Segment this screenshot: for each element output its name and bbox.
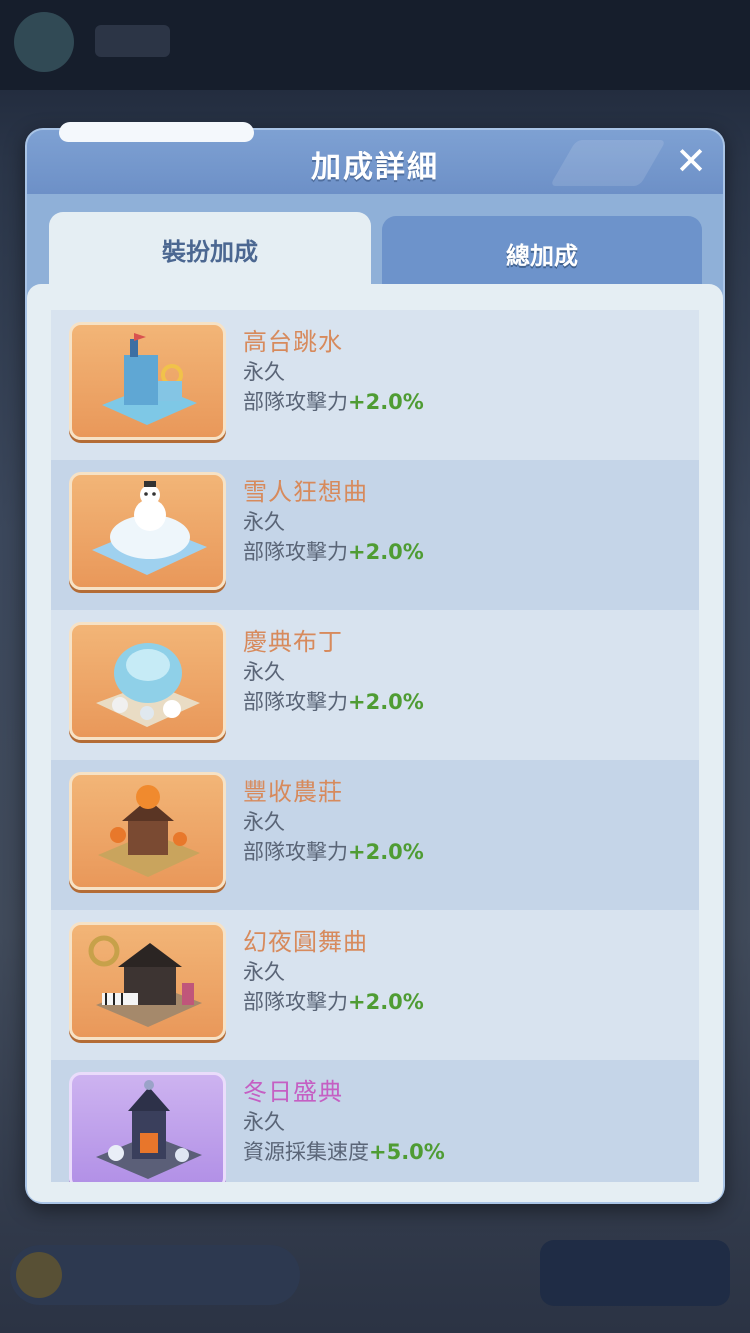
diving-platform-icon xyxy=(69,322,226,440)
night-waltz-icon xyxy=(69,922,226,1040)
snowman-icon xyxy=(69,472,226,590)
item-duration: 永久 xyxy=(243,360,285,384)
item-duration: 永久 xyxy=(243,1110,285,1134)
list-item: 雪人狂想曲 永久 部隊攻擊力+2.0% xyxy=(51,460,699,610)
list-item: 冬日盛典 永久 資源採集速度+5.0% xyxy=(51,1060,699,1182)
item-duration: 永久 xyxy=(243,960,285,984)
effect-value: +2.0% xyxy=(348,990,424,1014)
effect-value: +5.0% xyxy=(369,1140,445,1164)
effect-label: 部隊攻擊力 xyxy=(243,690,348,714)
bonus-list[interactable]: 高台跳水 永久 部隊攻擊力+2.0% 雪人狂想曲 永久 部隊攻擊力+2.0% 慶… xyxy=(51,310,699,1182)
item-name: 豐收農莊 xyxy=(243,778,343,806)
harvest-farm-icon xyxy=(69,772,226,890)
background-bottom-right-button xyxy=(540,1240,730,1306)
effect-value: +2.0% xyxy=(348,390,424,414)
effect-label: 部隊攻擊力 xyxy=(243,390,348,414)
list-item: 幻夜圓舞曲 永久 部隊攻擊力+2.0% xyxy=(51,910,699,1060)
effect-value: +2.0% xyxy=(348,690,424,714)
item-name: 慶典布丁 xyxy=(243,628,343,656)
item-effect: 部隊攻擊力+2.0% xyxy=(243,536,424,566)
item-name: 幻夜圓舞曲 xyxy=(243,928,368,956)
bonus-list-panel: 高台跳水 永久 部隊攻擊力+2.0% 雪人狂想曲 永久 部隊攻擊力+2.0% 慶… xyxy=(27,284,723,1202)
effect-value: +2.0% xyxy=(348,840,424,864)
item-name: 雪人狂想曲 xyxy=(243,478,368,506)
item-duration: 永久 xyxy=(243,660,285,684)
tab-total-bonus[interactable]: 總加成 xyxy=(382,216,702,284)
item-effect: 資源採集速度+5.0% xyxy=(243,1136,445,1166)
background-name-plate xyxy=(95,25,170,57)
item-effect: 部隊攻擊力+2.0% xyxy=(243,986,424,1016)
item-effect: 部隊攻擊力+2.0% xyxy=(243,386,424,416)
tab-outfit-bonus[interactable]: 裝扮加成 xyxy=(49,212,371,290)
list-item: 豐收農莊 永久 部隊攻擊力+2.0% xyxy=(51,760,699,910)
item-effect: 部隊攻擊力+2.0% xyxy=(243,836,424,866)
item-name: 高台跳水 xyxy=(243,328,343,356)
effect-label: 部隊攻擊力 xyxy=(243,840,348,864)
background-coin-icon xyxy=(16,1252,62,1298)
item-duration: 永久 xyxy=(243,810,285,834)
close-icon[interactable]: ✕ xyxy=(673,142,709,180)
pudding-icon xyxy=(69,622,226,740)
effect-label: 資源採集速度 xyxy=(243,1140,369,1164)
effect-label: 部隊攻擊力 xyxy=(243,990,348,1014)
effect-label: 部隊攻擊力 xyxy=(243,540,348,564)
winter-festival-icon xyxy=(69,1072,226,1182)
item-duration: 永久 xyxy=(243,510,285,534)
dialog-title: 加成詳細 xyxy=(311,150,439,185)
item-effect: 部隊攻擊力+2.0% xyxy=(243,686,424,716)
item-name: 冬日盛典 xyxy=(243,1078,343,1106)
effect-value: +2.0% xyxy=(348,540,424,564)
bonus-details-dialog: 加成詳細 ✕ 總加成 裝扮加成 高台跳水 永久 部隊攻擊力+2.0% 雪人狂想曲… xyxy=(25,122,725,1204)
background-avatar xyxy=(14,12,74,72)
list-item: 慶典布丁 永久 部隊攻擊力+2.0% xyxy=(51,610,699,760)
list-item: 高台跳水 永久 部隊攻擊力+2.0% xyxy=(51,310,699,460)
snow-decoration xyxy=(59,122,254,142)
